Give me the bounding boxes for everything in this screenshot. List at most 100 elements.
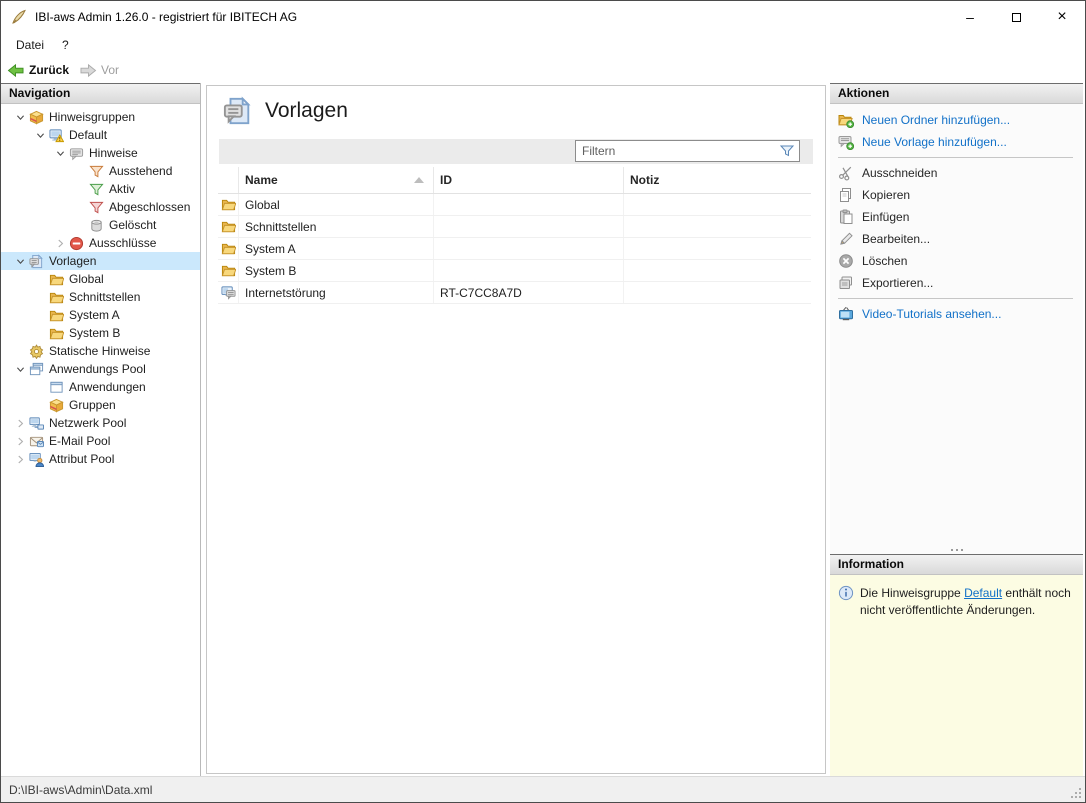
menu-help[interactable]: ?	[53, 36, 78, 54]
chevron-down-icon[interactable]	[11, 361, 29, 377]
action-label: Einfügen	[862, 210, 909, 224]
chevron-right-icon[interactable]	[11, 451, 29, 467]
back-button[interactable]: Zurück	[7, 63, 69, 78]
tree-item-statische-hinweise[interactable]: Statische Hinweise	[1, 342, 200, 360]
user-monitor-icon	[29, 452, 44, 467]
action-einfuegen[interactable]: Einfügen	[830, 206, 1083, 228]
chevron-spacer	[31, 325, 49, 341]
chevron-down-icon[interactable]	[11, 109, 29, 125]
action-label: Kopieren	[862, 188, 910, 202]
action-video-tutorials-ansehen[interactable]: Video-Tutorials ansehen...	[830, 303, 1083, 325]
action-neue-vorlage-hinzufuegen[interactable]: Neue Vorlage hinzufügen...	[830, 131, 1083, 153]
cell-notiz	[624, 238, 811, 259]
tree-item-e-mail-pool[interactable]: E-Mail Pool	[1, 432, 200, 450]
tree-item-label: Ausschlüsse	[89, 236, 156, 250]
tree-item-label: Anwendungs Pool	[49, 362, 146, 376]
folder-icon	[49, 326, 64, 341]
cell-notiz	[624, 216, 811, 237]
cell-notiz	[624, 282, 811, 303]
gear-icon	[29, 344, 44, 359]
chevron-spacer	[71, 217, 89, 233]
tree-item-abgeschlossen[interactable]: Abgeschlossen	[1, 198, 200, 216]
tree-item-global[interactable]: Global	[1, 270, 200, 288]
filter-input[interactable]	[576, 142, 779, 160]
table-row-system-a[interactable]: System A	[218, 238, 811, 260]
tv-icon	[838, 306, 854, 322]
filter-funnel-icon[interactable]	[779, 143, 795, 159]
tree-item-label: Gruppen	[69, 398, 116, 412]
panel-splitter-handle[interactable]	[830, 545, 1083, 554]
folder-icon	[49, 290, 64, 305]
column-header-notiz[interactable]: Notiz	[624, 167, 811, 193]
tree-item-ausstehend[interactable]: Ausstehend	[1, 162, 200, 180]
tree-item-anwendungs-pool[interactable]: Anwendungs Pool	[1, 360, 200, 378]
tree-item-hinweisgruppen[interactable]: Hinweisgruppen	[1, 108, 200, 126]
tree-item-attribut-pool[interactable]: Attribut Pool	[1, 450, 200, 468]
chevron-spacer	[31, 289, 49, 305]
column-header-name[interactable]: Name	[239, 167, 434, 193]
tree-item-label: Global	[69, 272, 104, 286]
tree-item-gruppen[interactable]: Gruppen	[1, 396, 200, 414]
navigation-tree: HinweisgruppenDefaultHinweiseAusstehendA…	[1, 104, 200, 468]
menu-datei[interactable]: Datei	[7, 36, 53, 54]
tree-item-hinweise[interactable]: Hinweise	[1, 144, 200, 162]
funnel-green-icon	[89, 182, 104, 197]
filter-bar	[219, 139, 813, 164]
tree-item-label: System B	[69, 326, 120, 340]
action-label: Exportieren...	[862, 276, 933, 290]
tree-item-default[interactable]: Default	[1, 126, 200, 144]
resize-grip[interactable]	[1079, 796, 1081, 798]
tree-item-label: Anwendungen	[69, 380, 146, 394]
tree-item-netzwerk-pool[interactable]: Netzwerk Pool	[1, 414, 200, 432]
table-row-global[interactable]: Global	[218, 194, 811, 216]
cell-name: System A	[239, 238, 434, 259]
action-ausschneiden[interactable]: Ausschneiden	[830, 162, 1083, 184]
tree-item-aktiv[interactable]: Aktiv	[1, 180, 200, 198]
package-icon	[49, 398, 64, 413]
forward-arrow-icon	[79, 63, 97, 78]
tree-item-schnittstellen[interactable]: Schnittstellen	[1, 288, 200, 306]
app-icon	[11, 9, 27, 25]
chevron-right-icon[interactable]	[11, 433, 29, 449]
action-kopieren[interactable]: Kopieren	[830, 184, 1083, 206]
cell-id	[434, 238, 624, 259]
action-neuen-ordner-hinzufuegen[interactable]: Neuen Ordner hinzufügen...	[830, 109, 1083, 131]
tree-item-anwendungen[interactable]: Anwendungen	[1, 378, 200, 396]
tree-item-ausschluesse[interactable]: Ausschlüsse	[1, 234, 200, 252]
chevron-right-icon[interactable]	[11, 415, 29, 431]
default-group-link[interactable]: Default	[964, 586, 1002, 600]
column-header-label: ID	[440, 173, 452, 187]
action-label: Video-Tutorials ansehen...	[862, 307, 1001, 321]
chevron-down-icon[interactable]	[11, 253, 29, 269]
table-row-schnittstellen[interactable]: Schnittstellen	[218, 216, 811, 238]
table-row-internetstoerung[interactable]: InternetstörungRT-C7CC8A7D	[218, 282, 811, 304]
table-row-system-b[interactable]: System B	[218, 260, 811, 282]
speech-bubble-icon	[69, 146, 84, 161]
paste-icon	[838, 209, 854, 225]
tree-item-geloescht[interactable]: Gelöscht	[1, 216, 200, 234]
tree-item-label: Netzwerk Pool	[49, 416, 126, 430]
action-loeschen[interactable]: Löschen	[830, 250, 1083, 272]
action-bearbeiten[interactable]: Bearbeiten...	[830, 228, 1083, 250]
tree-item-vorlagen[interactable]: Vorlagen	[1, 252, 200, 270]
tree-item-label: System A	[69, 308, 120, 322]
close-button[interactable]: ×	[1039, 1, 1085, 33]
copy-icon	[838, 187, 854, 203]
recycle-bin-icon	[89, 218, 104, 233]
tree-item-system-a[interactable]: System A	[1, 306, 200, 324]
tree-item-system-b[interactable]: System B	[1, 324, 200, 342]
maximize-button[interactable]	[993, 1, 1039, 33]
column-header-id[interactable]: ID	[434, 167, 624, 193]
action-exportieren[interactable]: Exportieren...	[830, 272, 1083, 294]
actions-list: Neuen Ordner hinzufügen...Neue Vorlage h…	[830, 104, 1083, 545]
forward-button[interactable]: Vor	[79, 63, 119, 78]
chevron-spacer	[31, 307, 49, 323]
funnel-orange-icon	[89, 164, 104, 179]
minimize-button[interactable]: –	[947, 1, 993, 33]
chevron-right-icon[interactable]	[51, 235, 69, 251]
actions-divider	[838, 298, 1073, 299]
cell-name: Global	[239, 194, 434, 215]
chevron-down-icon[interactable]	[31, 127, 49, 143]
chevron-down-icon[interactable]	[51, 145, 69, 161]
app-window: IBI-aws Admin 1.26.0 - registriert für I…	[0, 0, 1086, 803]
